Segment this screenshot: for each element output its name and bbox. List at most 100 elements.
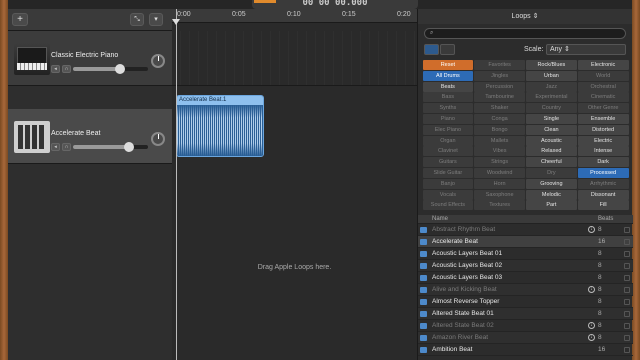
scale-select[interactable]: Any ⇕: [546, 44, 626, 55]
track-row[interactable]: Accelerate Beat ◂ ∩: [8, 109, 172, 164]
add-track-button[interactable]: +: [12, 13, 28, 26]
pan-knob[interactable]: [151, 132, 165, 146]
loop-list-row[interactable]: Acoustic Layers Beat 01 8: [418, 248, 633, 260]
favorite-checkbox[interactable]: [624, 287, 630, 293]
keyword-button[interactable]: Saxophone: [474, 189, 525, 200]
keyword-button[interactable]: Ensemble: [577, 113, 629, 124]
column-view-icon[interactable]: [440, 44, 455, 55]
keyword-button[interactable]: Reset: [422, 60, 474, 70]
download-icon[interactable]: ↓: [588, 286, 595, 293]
loop-search-input[interactable]: ⌕: [424, 28, 626, 39]
loop-list-row[interactable]: Acoustic Layers Beat 03 8: [418, 272, 633, 284]
favorite-checkbox[interactable]: [624, 347, 630, 353]
loop-list-row[interactable]: Amazon River Beat ↓ 8: [418, 332, 633, 344]
name-column-header[interactable]: Name: [432, 215, 448, 224]
keyword-button[interactable]: World: [577, 70, 629, 81]
pan-knob[interactable]: [151, 54, 165, 68]
keyword-button[interactable]: Dark: [577, 157, 629, 168]
keyword-button[interactable]: Distorted: [577, 124, 629, 135]
keyword-button[interactable]: Favorites: [474, 60, 525, 70]
keyword-button[interactable]: Bongo: [474, 124, 525, 135]
keyword-button[interactable]: Bass: [422, 92, 474, 103]
favorite-checkbox[interactable]: [624, 311, 630, 317]
keyword-button[interactable]: Conga: [474, 113, 525, 124]
headphones-icon[interactable]: ∩: [62, 143, 71, 151]
keyword-button[interactable]: Urban: [526, 70, 577, 81]
keyword-button[interactable]: Grooving: [526, 178, 577, 189]
loop-list-row[interactable]: Alive and Kicking Beat ↓ 8: [418, 284, 633, 296]
loop-list-row[interactable]: Abstract Rhythm Beat ↓ 8: [418, 224, 633, 236]
keyword-button[interactable]: Vocals: [422, 189, 474, 200]
keyword-button[interactable]: Textures: [474, 200, 525, 211]
keyword-button[interactable]: Country: [526, 103, 577, 114]
keyword-button[interactable]: Mallets: [474, 135, 525, 146]
smart-controls-icon[interactable]: ⤡: [130, 13, 144, 26]
keyword-button[interactable]: Part: [526, 200, 577, 211]
keyword-button[interactable]: Jazz: [526, 81, 577, 92]
download-icon[interactable]: ↓: [588, 322, 595, 329]
download-icon[interactable]: ↓: [588, 334, 595, 341]
loop-list-row[interactable]: Acoustic Layers Beat 02 8: [418, 260, 633, 272]
keyword-button[interactable]: Clean: [526, 124, 577, 135]
keyword-button[interactable]: Vibes: [474, 146, 525, 157]
keyword-button[interactable]: Arrhythmic: [577, 178, 629, 189]
loop-list-row[interactable]: Almost Reverse Topper 8: [418, 296, 633, 308]
keyword-button[interactable]: Cinematic: [577, 92, 629, 103]
favorite-checkbox[interactable]: [624, 299, 630, 305]
loop-list-row[interactable]: Altered State Beat 02 ↓ 8: [418, 320, 633, 332]
keyword-button[interactable]: Strings: [474, 157, 525, 168]
volume-slider[interactable]: [73, 142, 148, 152]
keyword-button[interactable]: Fill: [577, 200, 629, 211]
keyword-button[interactable]: Cheerful: [526, 157, 577, 168]
keyword-button[interactable]: Single: [526, 113, 577, 124]
keyword-button[interactable]: Elec Piano: [422, 124, 474, 135]
keyword-button[interactable]: Beats: [422, 81, 474, 92]
keyword-button[interactable]: Electric: [577, 135, 629, 146]
loop-list-row[interactable]: Accelerate Beat 16: [418, 236, 633, 248]
keyword-button[interactable]: Orchestral: [577, 81, 629, 92]
keyword-button[interactable]: Guitars: [422, 157, 474, 168]
keyword-button[interactable]: All Drums: [422, 70, 474, 81]
keyword-button[interactable]: Woodwind: [474, 167, 525, 178]
keyword-button[interactable]: Dissonant: [577, 189, 629, 200]
time-ruler[interactable]: 0:00 0:05 0:10 0:15 0:20: [172, 9, 417, 23]
keyword-button[interactable]: Electronic: [577, 60, 629, 70]
keyword-button[interactable]: Slide Guitar: [422, 167, 474, 178]
keyword-button[interactable]: Melodic: [526, 189, 577, 200]
favorite-checkbox[interactable]: [624, 227, 630, 233]
keyword-button[interactable]: Piano: [422, 113, 474, 124]
favorite-checkbox[interactable]: [624, 239, 630, 245]
filter-icon[interactable]: ▾: [149, 13, 163, 26]
keyword-button[interactable]: Intense: [577, 146, 629, 157]
mute-icon[interactable]: ◂: [51, 143, 60, 151]
download-icon[interactable]: ↓: [588, 226, 595, 233]
keyword-button[interactable]: Shaker: [474, 103, 525, 114]
headphones-icon[interactable]: ∩: [62, 65, 71, 73]
favorite-checkbox[interactable]: [624, 251, 630, 257]
keyword-button[interactable]: Other Genre: [577, 103, 629, 114]
tracks-area[interactable]: 0:00 0:05 0:10 0:15 0:20 Accelerate Beat…: [172, 9, 417, 360]
loop-browser-title[interactable]: Loops ⇕: [418, 9, 632, 24]
mute-icon[interactable]: ◂: [51, 65, 60, 73]
favorite-checkbox[interactable]: [624, 335, 630, 341]
favorite-checkbox[interactable]: [624, 263, 630, 269]
favorite-checkbox[interactable]: [624, 323, 630, 329]
loop-list-row[interactable]: Altered State Beat 01 8: [418, 308, 633, 320]
loop-list-row[interactable]: Ambition Beat 16: [418, 344, 633, 356]
audio-region[interactable]: Accelerate Beat.1: [176, 95, 264, 157]
keyword-button[interactable]: Tambourine: [474, 92, 525, 103]
keyword-button[interactable]: Clavinet: [422, 146, 474, 157]
beats-column-header[interactable]: Beats: [598, 215, 613, 224]
keyword-button[interactable]: Rock/Blues: [526, 60, 577, 70]
keyword-button[interactable]: Banjo: [422, 178, 474, 189]
playhead[interactable]: [172, 9, 180, 360]
keyword-button[interactable]: Horn: [474, 178, 525, 189]
track-row[interactable]: Classic Electric Piano ◂ ∩: [8, 31, 172, 86]
keyword-button[interactable]: Percussion: [474, 81, 525, 92]
keyword-button[interactable]: Relaxed: [526, 146, 577, 157]
keyword-button[interactable]: Processed: [577, 167, 629, 178]
keyword-button[interactable]: Synths: [422, 103, 474, 114]
keyword-button[interactable]: Acoustic: [526, 135, 577, 146]
button-view-icon[interactable]: [424, 44, 439, 55]
favorite-checkbox[interactable]: [624, 275, 630, 281]
